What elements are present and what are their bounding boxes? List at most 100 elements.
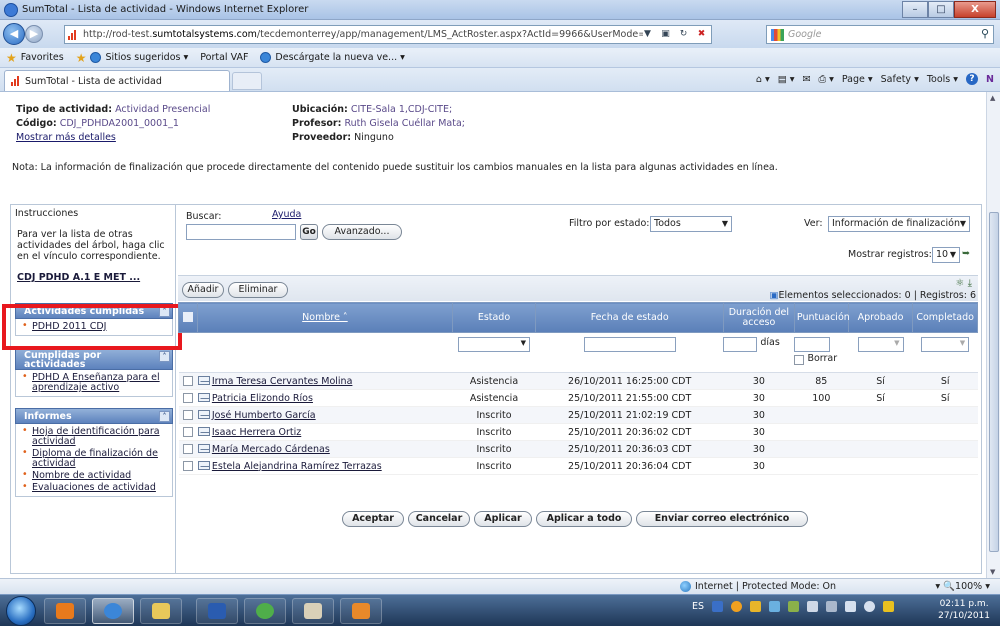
portal-vaf-link[interactable]: Portal VAF	[200, 52, 248, 63]
network-sharing-icon[interactable]	[769, 601, 781, 612]
office-icon[interactable]	[750, 601, 762, 612]
language-indicator[interactable]: ES	[692, 601, 704, 612]
signal-icon[interactable]	[845, 601, 857, 612]
taskbar-explorer[interactable]	[140, 598, 182, 624]
print-icon[interactable]: ⎙ ▾	[818, 74, 833, 85]
select-all-checkbox[interactable]	[183, 312, 194, 323]
maximize-button[interactable]: □	[928, 1, 954, 18]
research-icon[interactable]: N	[986, 74, 994, 85]
taskbar-word[interactable]	[196, 598, 238, 624]
feeds-icon[interactable]: ▤ ▾	[778, 74, 795, 85]
scroll-up-icon[interactable]: ▲	[990, 94, 995, 102]
url-field[interactable]: http://rod-test.sumtotalsystems.com/tecd…	[64, 25, 712, 44]
status-filter-select[interactable]: Todos ▼	[650, 216, 732, 232]
records-select[interactable]: 10 ▼	[932, 247, 960, 263]
flag-icon[interactable]	[807, 601, 819, 612]
volume-icon[interactable]	[864, 601, 876, 612]
activity-tree-link[interactable]: CDJ PDHD A.1 E MET ...	[11, 262, 175, 283]
learner-name-link[interactable]: Patricia Elizondo Ríos	[212, 393, 313, 404]
close-button[interactable]: X	[954, 1, 996, 18]
score-filter-input[interactable]	[794, 337, 831, 352]
learner-name-link[interactable]: María Mercado Cárdenas	[212, 444, 330, 455]
search-engine-box[interactable]: Google ⚲	[766, 25, 994, 44]
zoom-level[interactable]: ▾ 🔍100% ▾	[935, 581, 990, 592]
section-header[interactable]: Cumplidas por actividades ˄	[15, 348, 173, 370]
suggested-sites[interactable]: ★ Sitios sugeridos ▾	[76, 51, 189, 65]
scroll-down-icon[interactable]: ▼	[990, 568, 995, 576]
minimize-button[interactable]: –	[902, 1, 928, 18]
new-tab-button[interactable]	[232, 72, 262, 90]
shield-icon[interactable]	[883, 601, 895, 612]
updates-icon[interactable]	[788, 601, 800, 612]
date-filter-input[interactable]	[583, 337, 676, 352]
taskbar-clock[interactable]: 02:11 p.m. 27/10/2011	[938, 598, 990, 622]
mail-icon[interactable]: ✉	[803, 74, 811, 85]
onenote-icon[interactable]	[712, 601, 724, 612]
collapse-icon[interactable]: ˄	[159, 351, 170, 362]
download-link[interactable]: Descárgate la nueva ve... ▾	[260, 52, 405, 63]
security-zone[interactable]: Internet | Protected Mode: On	[680, 581, 836, 592]
learner-name-link[interactable]: Irma Teresa Cervantes Molina	[212, 376, 353, 387]
sidebar-item-ensenanza[interactable]: PDHD A Enseñanza para el aprendizaje act…	[20, 372, 168, 394]
back-button[interactable]: ◀	[3, 23, 25, 45]
email-icon[interactable]	[197, 392, 210, 402]
start-button[interactable]	[6, 596, 36, 626]
page-menu[interactable]: Page ▾	[842, 74, 873, 85]
taskbar-internet-explorer[interactable]	[92, 598, 134, 624]
chrome-tray-icon[interactable]	[731, 601, 743, 612]
home-icon[interactable]: ⌂ ▾	[756, 74, 770, 85]
taskbar-paint[interactable]	[292, 598, 334, 624]
add-button[interactable]: Añadir	[182, 282, 224, 298]
row-checkbox[interactable]	[183, 427, 194, 437]
forward-button[interactable]: ▶	[25, 25, 43, 43]
accept-button[interactable]: Aceptar	[342, 511, 404, 527]
refresh-icon[interactable]: ↻	[676, 27, 691, 42]
email-icon[interactable]	[197, 460, 210, 470]
row-checkbox[interactable]	[183, 393, 194, 403]
report-activity-name[interactable]: Nombre de actividad	[20, 470, 168, 482]
more-details-link[interactable]: Mostrar más detalles	[16, 132, 116, 143]
favorites-button[interactable]: ★ Favorites	[6, 51, 64, 65]
learner-name-link[interactable]: Isaac Herrera Ortiz	[212, 427, 301, 438]
dropdown-icon[interactable]: ▼	[640, 27, 655, 42]
magnifier-icon[interactable]: ⚲	[981, 27, 989, 40]
approved-filter-dropdown[interactable]: ▼	[857, 337, 904, 352]
email-icon[interactable]	[197, 426, 210, 436]
email-icon[interactable]	[197, 375, 210, 385]
header-name[interactable]: Nombre ˄	[197, 302, 453, 333]
device-icon[interactable]	[826, 601, 838, 612]
row-checkbox[interactable]	[183, 461, 194, 471]
status-filter-dropdown[interactable]: ▼	[457, 337, 530, 352]
safety-menu[interactable]: Safety ▾	[881, 74, 919, 85]
vertical-scrollbar[interactable]: ▲ ▼	[986, 92, 1000, 578]
records-go-icon[interactable]: ➥	[962, 248, 970, 259]
send-email-button[interactable]: Enviar correo electrónico	[636, 511, 808, 527]
apply-all-button[interactable]: Aplicar a todo	[536, 511, 632, 527]
view-select[interactable]: Información de finalización ▼	[828, 216, 970, 232]
tools-menu[interactable]: Tools ▾	[927, 74, 958, 85]
clear-checkbox[interactable]	[794, 355, 805, 365]
help-icon[interactable]: ?	[966, 73, 979, 85]
section-header[interactable]: Informes ˄	[15, 408, 173, 424]
export-icons[interactable]: ⚛ ⤓	[955, 278, 972, 289]
advanced-button[interactable]: Avanzado...	[322, 224, 402, 240]
learner-name-link[interactable]: José Humberto García	[212, 410, 316, 421]
go-button[interactable]: Go	[300, 224, 318, 240]
scroll-thumb[interactable]	[989, 212, 999, 552]
cancel-button[interactable]: Cancelar	[408, 511, 470, 527]
stop-icon[interactable]: ✖	[694, 27, 709, 42]
taskbar-powerpoint[interactable]	[340, 598, 382, 624]
tab-sumtotal[interactable]: SumTotal - Lista de actividad	[4, 70, 230, 91]
apply-button[interactable]: Aplicar	[474, 511, 532, 527]
collapse-icon[interactable]: ˄	[159, 411, 170, 422]
email-icon[interactable]	[197, 443, 210, 453]
completed-filter-dropdown[interactable]: ▼	[921, 337, 970, 352]
row-checkbox[interactable]	[183, 376, 194, 386]
row-checkbox[interactable]	[183, 444, 194, 454]
taskbar-media-player[interactable]	[44, 598, 86, 624]
help-link[interactable]: Ayuda	[272, 209, 301, 220]
taskbar-messenger[interactable]	[244, 598, 286, 624]
report-evaluations[interactable]: Evaluaciones de actividad	[20, 482, 168, 494]
report-id-sheet[interactable]: Hoja de identificación para actividad	[20, 426, 168, 448]
duration-filter-input[interactable]	[723, 337, 758, 352]
